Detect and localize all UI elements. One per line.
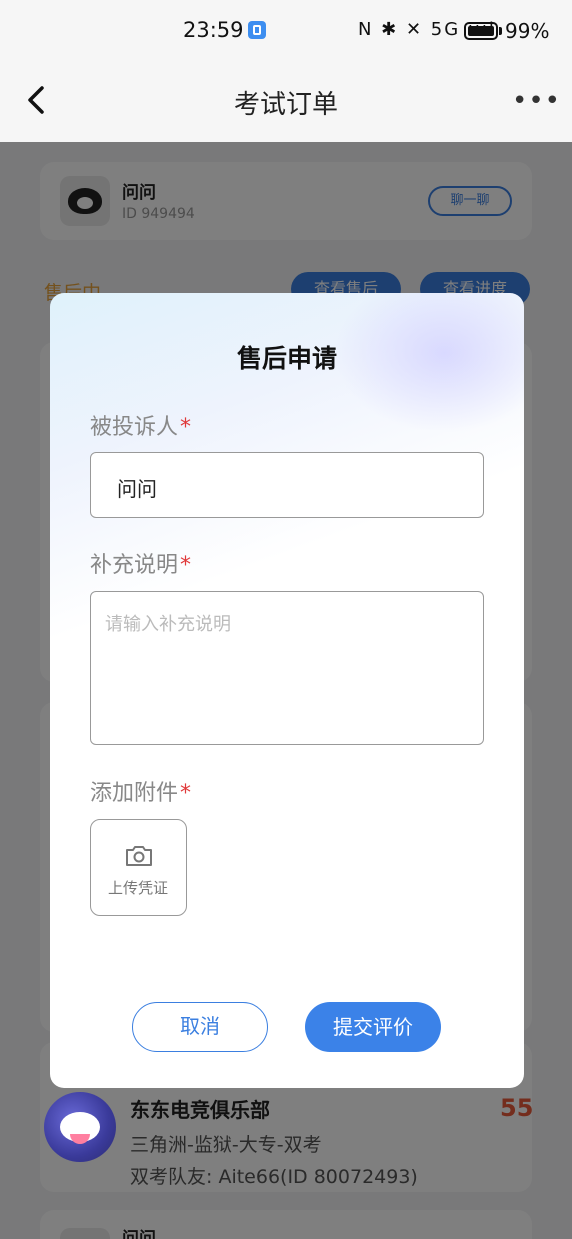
dialog-title: 售后申请 <box>236 344 337 373</box>
attachment-label-text: 添加附件 <box>90 781 179 806</box>
note-label: 补充说明* <box>90 547 191 579</box>
cancel-button[interactable]: 取消 <box>132 1002 268 1052</box>
required-mark: * <box>180 415 192 440</box>
required-mark: * <box>180 781 192 806</box>
app-notification-icon <box>248 21 266 39</box>
status-time: 23:59 <box>183 18 244 42</box>
battery-tip <box>499 27 502 35</box>
note-placeholder: 请输入补充说明 <box>105 614 231 635</box>
upload-evidence-button[interactable]: 上传凭证 <box>90 819 187 916</box>
club-avatar <box>44 1092 116 1162</box>
note-textarea[interactable]: 请输入补充说明 <box>90 591 484 745</box>
status-bar: 23:59 N ✱ ✕ 5G ıııl 99% <box>0 0 572 62</box>
attachment-label: 添加附件* <box>90 775 191 807</box>
nav-bar: 考试订单 ••• <box>0 62 572 142</box>
complainee-input[interactable]: 问问 <box>90 452 484 518</box>
page-title: 考试订单 <box>233 90 338 120</box>
aftersale-dialog: 售后申请 被投诉人* 问问 补充说明* 请输入补充说明 添加附件* 上传凭证 取… <box>50 293 524 1088</box>
battery-icon <box>464 22 498 40</box>
complainee-label: 被投诉人* <box>90 409 191 441</box>
more-icon[interactable]: ••• <box>512 86 561 116</box>
complainee-label-text: 被投诉人 <box>90 415 179 440</box>
camera-icon <box>126 846 152 866</box>
submit-button[interactable]: 提交评价 <box>305 1002 441 1052</box>
battery-percent: 99% <box>505 19 550 43</box>
complainee-value: 问问 <box>117 477 157 501</box>
required-mark: * <box>180 553 192 578</box>
note-label-text: 补充说明 <box>90 553 179 578</box>
upload-label: 上传凭证 <box>107 879 168 897</box>
